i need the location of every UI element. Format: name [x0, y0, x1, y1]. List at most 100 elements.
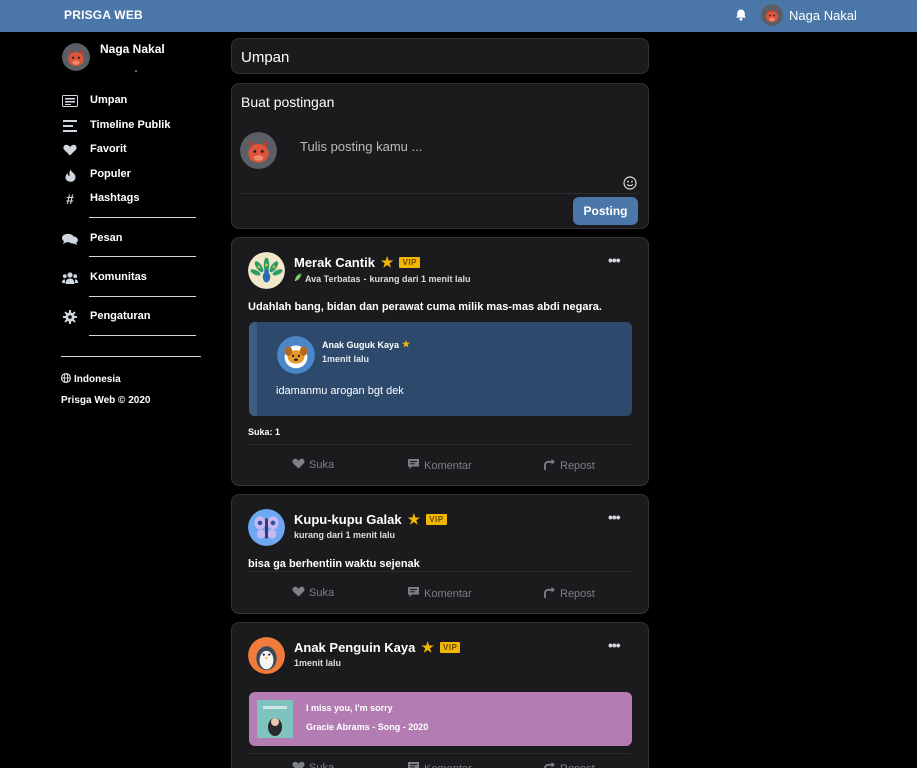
quoted-post[interactable]: Anak Guguk Kaya ★ 1menit lalu idamanmu a… [249, 322, 632, 416]
feed-icon [62, 94, 78, 108]
avatar[interactable] [248, 509, 285, 546]
sidebar-item-label: Pengaturan [90, 310, 151, 322]
star-icon: ★ [407, 511, 421, 527]
repost-button[interactable]: Repost [543, 458, 595, 474]
sidebar-item-pengaturan[interactable]: Pengaturan [62, 308, 151, 326]
divider [240, 193, 640, 194]
avatar[interactable] [248, 637, 285, 674]
repost-label: Repost [560, 763, 595, 768]
feed-header-card: Umpan [231, 38, 649, 74]
copyright: Prisga Web © 2020 [61, 395, 151, 406]
sidebar-user-name[interactable]: Naga Nakal [100, 42, 165, 56]
more-options-icon[interactable]: ••• [608, 637, 621, 653]
song-title: I miss you, I'm sorry [306, 703, 393, 713]
emoji-icon[interactable] [623, 176, 637, 190]
sidebar-item-label: Hashtags [90, 192, 140, 204]
language-selector[interactable]: Indonesia [61, 373, 121, 386]
composer-card: Buat postingan Tulis posting kamu ... Po… [231, 83, 649, 229]
post-input[interactable]: Tulis posting kamu ... [300, 139, 422, 154]
sidebar-item-label: Komunitas [90, 271, 147, 283]
post-card: Merak Cantik ★ VIP Ava Terbatas - kurang… [231, 237, 649, 486]
comment-icon [407, 761, 420, 768]
repost-icon [543, 458, 556, 474]
post-card: Anak Penguin Kaya ★ VIP 1menit lalu ••• … [231, 622, 649, 768]
post-author[interactable]: Kupu-kupu Galak ★ VIP [294, 511, 447, 528]
avatar [240, 132, 277, 169]
post-time: 1menit lalu [294, 658, 342, 668]
author-name: Anak Guguk Kaya [322, 339, 400, 350]
avatar[interactable] [277, 336, 315, 374]
more-options-icon[interactable]: ••• [608, 252, 621, 268]
divider [248, 444, 631, 445]
avatar[interactable] [248, 252, 285, 289]
page-title: Umpan [241, 49, 290, 66]
music-card[interactable]: I miss you, I'm sorry Gracie Abrams - So… [249, 692, 632, 746]
users-icon [62, 271, 78, 285]
comment-icon [407, 458, 420, 473]
like-label: Suka [309, 459, 335, 471]
sidebar-item-favorit[interactable]: Favorit [62, 141, 127, 159]
post-button[interactable]: Posting [573, 197, 638, 225]
post-time: kurang dari 1 menit lalu [369, 273, 471, 284]
repost-icon [543, 761, 556, 768]
comment-button[interactable]: Komentar [407, 761, 472, 768]
like-button[interactable]: Suka [292, 586, 334, 600]
divider [248, 753, 631, 754]
post-author[interactable]: Anak Penguin Kaya ★ VIP [294, 639, 461, 656]
album-art [257, 700, 293, 738]
sidebar-item-populer[interactable]: Populer [62, 166, 131, 184]
comment-label: Komentar [424, 763, 472, 768]
comment-icon [407, 586, 420, 601]
post-author[interactable]: Merak Cantik ★ VIP [294, 254, 420, 271]
author-name: Merak Cantik [294, 255, 375, 270]
quote-bar [249, 322, 257, 416]
more-options-icon[interactable]: ••• [608, 509, 621, 525]
sidebar-item-hashtags[interactable]: # Hashtags [62, 190, 139, 208]
post-audience: Ava Terbatas [305, 273, 361, 284]
heart-icon [292, 458, 305, 472]
like-button[interactable]: Suka [292, 458, 334, 472]
avatar[interactable] [761, 4, 783, 26]
like-label: Suka [309, 587, 335, 599]
fire-icon [62, 168, 78, 182]
sidebar-divider [89, 217, 196, 218]
language-label: Indonesia [74, 374, 121, 385]
vip-badge: VIP [426, 514, 447, 525]
post-meta: kurang dari 1 menit lalu [294, 530, 395, 540]
leaf-icon [294, 273, 302, 284]
heart-icon [292, 761, 305, 768]
heart-icon [62, 143, 78, 157]
sidebar-item-pesan[interactable]: Pesan [62, 230, 122, 248]
sidebar-divider [61, 356, 201, 357]
quoted-author[interactable]: Anak Guguk Kaya ★ [322, 339, 410, 350]
comment-button[interactable]: Komentar [407, 458, 472, 473]
repost-button[interactable]: Repost [543, 761, 595, 768]
sidebar-divider [89, 256, 196, 257]
comment-button[interactable]: Komentar [407, 586, 472, 601]
like-count[interactable]: Suka: 1 [248, 427, 280, 437]
post-card: Kupu-kupu Galak ★ VIP kurang dari 1 meni… [231, 494, 649, 614]
repost-button[interactable]: Repost [543, 586, 595, 602]
timeline-icon [62, 119, 78, 133]
sidebar-item-timeline-publik[interactable]: Timeline Publik [62, 117, 171, 135]
quoted-text: idamanmu arogan bgt dek [276, 385, 404, 397]
author-name: Kupu-kupu Galak [294, 512, 402, 527]
top-user-name[interactable]: Naga Nakal [789, 8, 857, 23]
globe-icon [61, 373, 71, 386]
sidebar-avatar[interactable] [62, 43, 90, 71]
sidebar-item-komunitas[interactable]: Komunitas [62, 269, 147, 287]
post-meta: 1menit lalu [294, 658, 341, 668]
song-subtitle: Gracie Abrams - Song - 2020 [306, 722, 429, 732]
like-button[interactable]: Suka [292, 761, 334, 768]
comment-label: Komentar [424, 459, 472, 472]
composer-title: Buat postingan [241, 94, 335, 110]
hashtag-icon: # [66, 191, 74, 207]
brand-logo[interactable]: PRISGA WEB [64, 8, 143, 22]
star-icon: ★ [421, 639, 434, 655]
sidebar-item-umpan[interactable]: Umpan [62, 92, 127, 110]
sidebar-divider [89, 335, 196, 336]
star-icon: ★ [380, 254, 394, 270]
author-name: Anak Penguin Kaya [294, 640, 416, 655]
divider-dot [135, 70, 137, 72]
bell-icon[interactable] [734, 8, 748, 22]
